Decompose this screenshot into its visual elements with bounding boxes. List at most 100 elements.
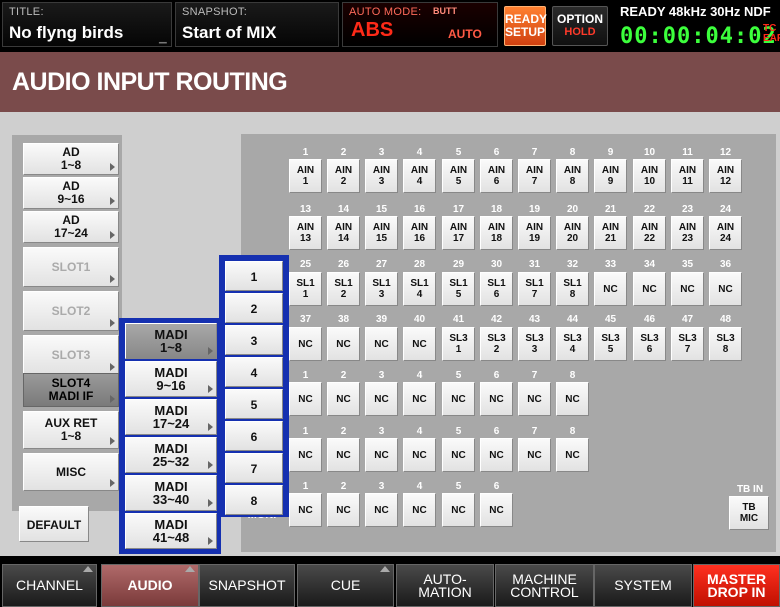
channel-number-button[interactable]: 8 xyxy=(225,485,283,515)
source-button[interactable]: SLOT4 MADI IF xyxy=(23,373,119,407)
route-cell[interactable]: AIN 1 xyxy=(289,159,322,193)
route-cell[interactable]: NC xyxy=(289,382,322,416)
title-field[interactable]: TITLE: No flyng birds ▁ xyxy=(2,2,172,47)
route-cell[interactable]: SL3 8 xyxy=(709,327,742,361)
automode-field[interactable]: AUTO MODE: BUTT ABS AUTO xyxy=(342,2,498,47)
source-button[interactable]: AD 17~24 xyxy=(23,211,119,243)
route-cell[interactable]: NC xyxy=(403,493,436,527)
route-cell[interactable]: NC xyxy=(518,438,551,472)
route-cell[interactable]: NC xyxy=(480,493,513,527)
channel-number-button[interactable]: 7 xyxy=(225,453,283,483)
footer-tab[interactable]: CUE xyxy=(297,564,394,607)
route-cell[interactable]: SL1 2 xyxy=(327,272,360,306)
footer-tab[interactable]: SYSTEM xyxy=(594,564,692,607)
route-cell[interactable]: AIN 7 xyxy=(518,159,551,193)
route-cell[interactable]: SL1 1 xyxy=(289,272,322,306)
route-cell[interactable]: NC xyxy=(671,272,704,306)
route-cell[interactable]: NC xyxy=(709,272,742,306)
route-cell[interactable]: AIN 19 xyxy=(518,216,551,250)
route-cell[interactable]: AIN 21 xyxy=(594,216,627,250)
route-cell[interactable]: NC xyxy=(442,382,475,416)
route-cell[interactable]: NC xyxy=(633,272,666,306)
route-cell[interactable]: AIN 17 xyxy=(442,216,475,250)
route-cell[interactable]: AIN 18 xyxy=(480,216,513,250)
route-cell[interactable]: SL3 7 xyxy=(671,327,704,361)
route-cell[interactable]: AIN 13 xyxy=(289,216,322,250)
source-button[interactable]: SLOT2 xyxy=(23,291,119,331)
snapshot-field[interactable]: SNAPSHOT: Start of MIX xyxy=(175,2,339,47)
route-cell[interactable]: NC xyxy=(442,493,475,527)
route-cell[interactable]: AIN 23 xyxy=(671,216,704,250)
route-cell[interactable]: NC xyxy=(480,382,513,416)
channel-number-button[interactable]: 2 xyxy=(225,293,283,323)
route-cell[interactable]: NC xyxy=(403,327,436,361)
route-cell[interactable]: NC xyxy=(365,438,398,472)
route-cell[interactable]: NC xyxy=(518,382,551,416)
channel-number-button[interactable]: 1 xyxy=(225,261,283,291)
route-cell[interactable]: AIN 3 xyxy=(365,159,398,193)
madi-button[interactable]: MADI 17~24 xyxy=(125,399,217,435)
route-cell[interactable]: SL1 7 xyxy=(518,272,551,306)
route-cell[interactable]: SL3 3 xyxy=(518,327,551,361)
source-button[interactable]: SLOT3 xyxy=(23,335,119,375)
footer-tab[interactable]: SNAPSHOT xyxy=(199,564,295,607)
route-cell[interactable]: SL1 5 xyxy=(442,272,475,306)
madi-button[interactable]: MADI 9~16 xyxy=(125,361,217,397)
channel-number-button[interactable]: 6 xyxy=(225,421,283,451)
route-cell[interactable]: AIN 24 xyxy=(709,216,742,250)
source-button[interactable]: AUX RET 1~8 xyxy=(23,411,119,449)
channel-number-button[interactable]: 3 xyxy=(225,325,283,355)
footer-tab[interactable]: CHANNEL xyxy=(2,564,97,607)
route-cell[interactable]: NC xyxy=(403,382,436,416)
madi-button[interactable]: MADI 33~40 xyxy=(125,475,217,511)
route-cell[interactable]: NC xyxy=(442,438,475,472)
route-cell[interactable]: SL3 4 xyxy=(556,327,589,361)
route-cell[interactable]: NC xyxy=(594,272,627,306)
route-cell[interactable]: AIN 12 xyxy=(709,159,742,193)
default-button[interactable]: DEFAULT xyxy=(19,506,89,542)
route-cell[interactable]: AIN 10 xyxy=(633,159,666,193)
route-cell[interactable]: SL3 2 xyxy=(480,327,513,361)
footer-tab[interactable]: MASTER DROP IN xyxy=(693,564,780,607)
tb-mic-button[interactable]: TB MIC xyxy=(729,496,769,530)
route-cell[interactable]: NC xyxy=(365,327,398,361)
route-cell[interactable]: SL3 6 xyxy=(633,327,666,361)
route-cell[interactable]: AIN 5 xyxy=(442,159,475,193)
footer-tab[interactable]: AUTO- MATION xyxy=(396,564,494,607)
footer-tab[interactable]: AUDIO xyxy=(101,564,199,607)
route-cell[interactable]: NC xyxy=(289,493,322,527)
route-cell[interactable]: NC xyxy=(327,327,360,361)
route-cell[interactable]: NC xyxy=(289,327,322,361)
madi-button[interactable]: MADI 25~32 xyxy=(125,437,217,473)
route-cell[interactable]: NC xyxy=(556,382,589,416)
route-cell[interactable]: NC xyxy=(556,438,589,472)
route-cell[interactable]: AIN 2 xyxy=(327,159,360,193)
route-cell[interactable]: SL1 3 xyxy=(365,272,398,306)
route-cell[interactable]: SL1 8 xyxy=(556,272,589,306)
route-cell[interactable]: NC xyxy=(480,438,513,472)
route-cell[interactable]: AIN 16 xyxy=(403,216,436,250)
route-cell[interactable]: SL3 5 xyxy=(594,327,627,361)
route-cell[interactable]: AIN 11 xyxy=(671,159,704,193)
route-cell[interactable]: SL1 4 xyxy=(403,272,436,306)
madi-button[interactable]: MADI 1~8 xyxy=(125,323,217,359)
option-hold-button[interactable]: OPTION HOLD xyxy=(552,6,608,46)
route-cell[interactable]: NC xyxy=(327,382,360,416)
route-cell[interactable]: NC xyxy=(365,382,398,416)
route-cell[interactable]: AIN 15 xyxy=(365,216,398,250)
channel-number-button[interactable]: 5 xyxy=(225,389,283,419)
route-cell[interactable]: NC xyxy=(365,493,398,527)
route-cell[interactable]: SL1 6 xyxy=(480,272,513,306)
channel-number-button[interactable]: 4 xyxy=(225,357,283,387)
route-cell[interactable]: AIN 9 xyxy=(594,159,627,193)
source-button[interactable]: SLOT1 xyxy=(23,247,119,287)
route-cell[interactable]: NC xyxy=(403,438,436,472)
source-button[interactable]: MISC xyxy=(23,453,119,491)
route-cell[interactable]: AIN 22 xyxy=(633,216,666,250)
footer-tab[interactable]: MACHINE CONTROL xyxy=(495,564,594,607)
madi-button[interactable]: MADI 41~48 xyxy=(125,513,217,549)
route-cell[interactable]: AIN 4 xyxy=(403,159,436,193)
route-cell[interactable]: AIN 20 xyxy=(556,216,589,250)
route-cell[interactable]: NC xyxy=(327,438,360,472)
source-button[interactable]: AD 1~8 xyxy=(23,143,119,175)
